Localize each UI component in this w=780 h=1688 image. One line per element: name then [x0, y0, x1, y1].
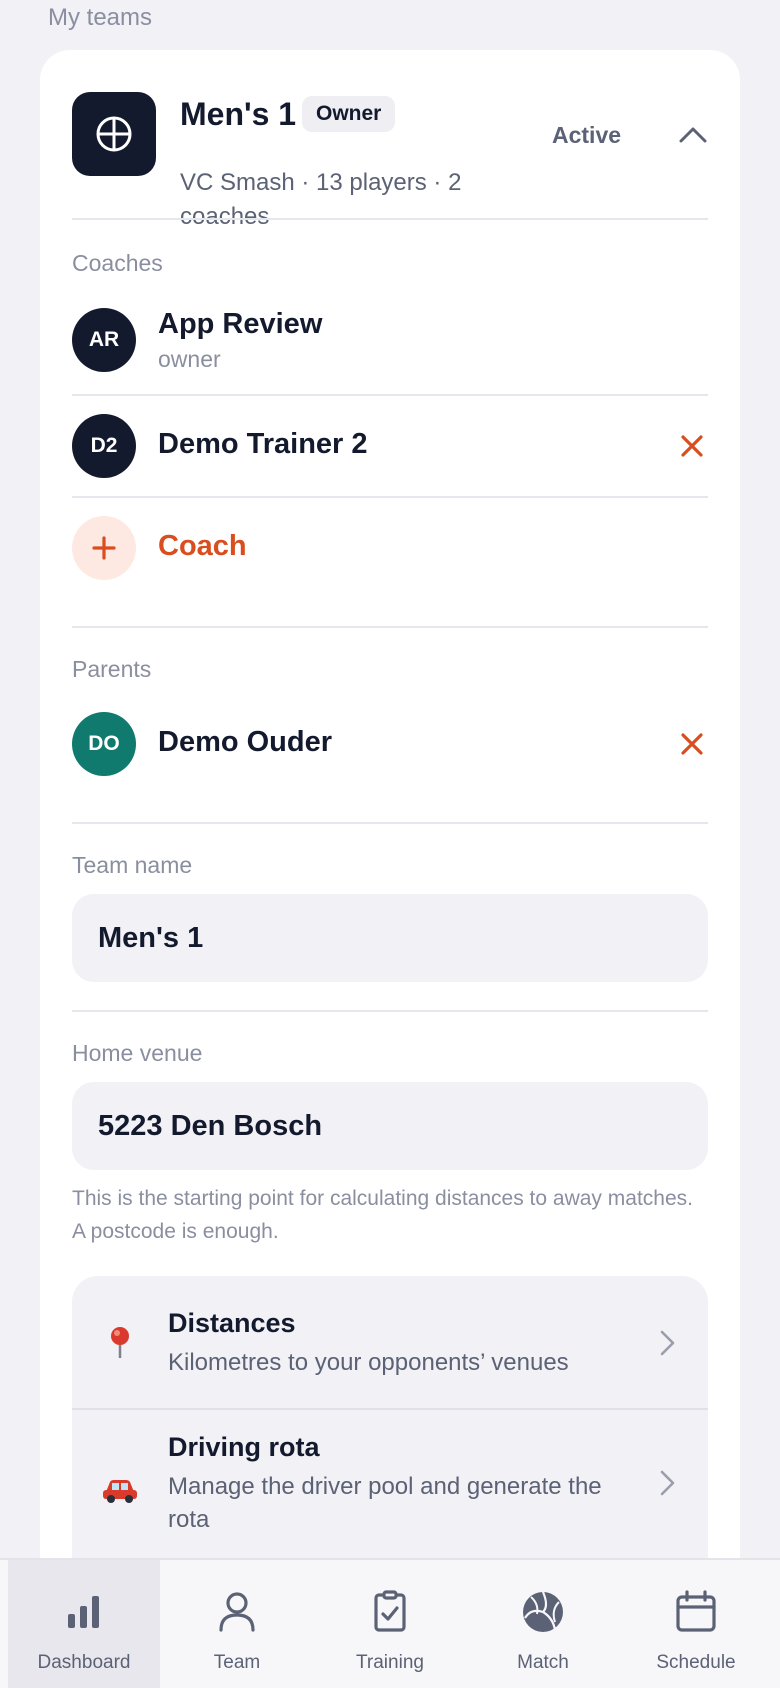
menu-item-title: Driving rota [168, 1432, 320, 1462]
tab-label: Dashboard [37, 1652, 131, 1673]
driving-rota-menu-item[interactable]: Driving rota Manage the driver pool and … [72, 1410, 708, 1580]
volleyball-icon [523, 1591, 563, 1632]
home-venue-help: This is the starting point for calculati… [72, 1187, 693, 1243]
chevron-up-icon[interactable] [678, 120, 708, 150]
tab-label: Training [356, 1652, 424, 1673]
person-icon [219, 1592, 255, 1632]
plus-icon [72, 516, 136, 580]
team-card: Men's 1 Owner VC Smash · 13 players · 2 … [40, 50, 740, 1688]
tab-training[interactable]: Training [314, 1560, 466, 1688]
remove-parent-icon[interactable] [678, 730, 706, 758]
tab-match[interactable]: Match [467, 1560, 619, 1688]
divider [72, 394, 708, 396]
team-name: Men's 1 [180, 96, 297, 132]
divider [72, 1010, 708, 1012]
divider [72, 218, 708, 220]
section-title: My teams [48, 4, 153, 31]
menu-item-description: Manage the driver pool and generate the … [168, 1473, 602, 1533]
owner-badge: Owner [302, 96, 396, 132]
calendar-icon [676, 1590, 716, 1632]
coach-row: AR App Review owner [72, 308, 708, 372]
tab-dashboard[interactable]: Dashboard [8, 1560, 160, 1688]
divider [72, 822, 708, 824]
tab-team[interactable]: Team [161, 1560, 313, 1688]
tab-label: Schedule [656, 1652, 736, 1673]
avatar: AR [72, 308, 136, 372]
chevron-right-icon [660, 1330, 675, 1356]
parents-label: Parents [72, 656, 152, 682]
add-coach-button[interactable]: Coach [72, 516, 708, 580]
tab-bar: Dashboard Team Training Match Schedule [0, 1558, 780, 1688]
tab-label: Match [517, 1652, 569, 1673]
clipboard-check-icon [374, 1590, 406, 1632]
tab-label: Team [213, 1652, 261, 1673]
home-venue-label: Home venue [72, 1040, 203, 1066]
avatar: D2 [72, 414, 136, 478]
team-name-input[interactable] [72, 894, 708, 982]
avatar: DO [72, 712, 136, 776]
divider [72, 626, 708, 628]
coach-role: owner [158, 346, 221, 372]
volleyball-icon [72, 92, 156, 176]
distances-menu-item[interactable]: Distances Kilometres to your opponents’ … [72, 1276, 708, 1408]
coach-row: D2 Demo Trainer 2 [72, 414, 708, 478]
tab-schedule[interactable]: Schedule [620, 1560, 772, 1688]
parent-row: DO Demo Ouder [72, 712, 708, 776]
menu-item-description: Kilometres to your opponents’ venues [168, 1349, 569, 1376]
coaches-label: Coaches [72, 250, 163, 276]
divider [72, 496, 708, 498]
coach-name: Demo Trainer 2 [158, 428, 368, 460]
parent-name: Demo Ouder [158, 726, 333, 758]
coach-name: App Review [158, 308, 323, 340]
add-coach-label: Coach [158, 530, 247, 562]
chart-icon [68, 1596, 99, 1628]
menu-item-title: Distances [168, 1308, 296, 1338]
team-header[interactable]: Men's 1 Owner VC Smash · 13 players · 2 … [72, 92, 708, 230]
remove-coach-icon[interactable] [678, 432, 706, 460]
chevron-right-icon [660, 1470, 675, 1496]
home-venue-input[interactable] [72, 1082, 708, 1170]
status-label: Active [552, 122, 622, 148]
pin-icon [100, 1322, 140, 1362]
team-subtitle: VC Smash · 13 players · 2 coaches [180, 169, 462, 230]
car-icon [100, 1470, 140, 1510]
team-name-label: Team name [72, 852, 193, 878]
